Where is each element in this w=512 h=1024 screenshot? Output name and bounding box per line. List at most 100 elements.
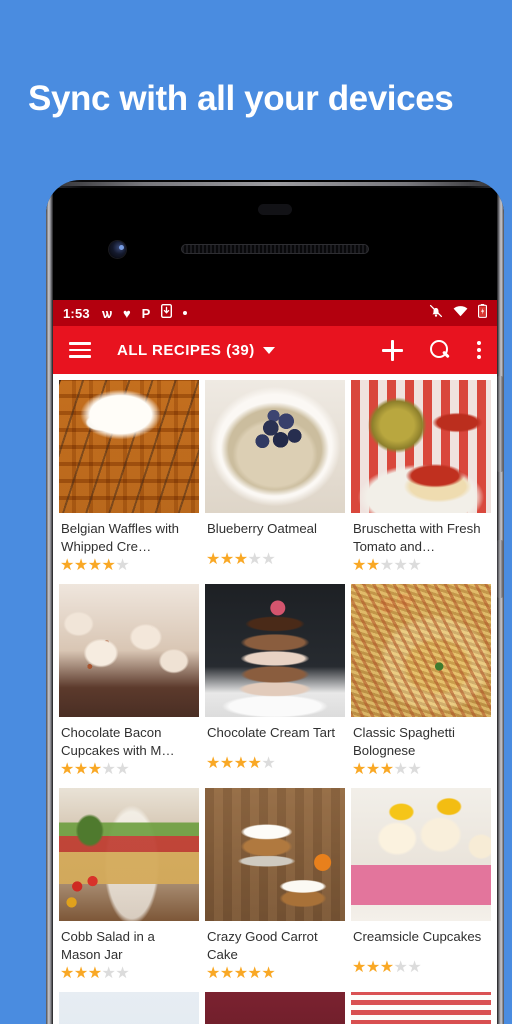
recipe-thumbnail[interactable] bbox=[59, 788, 199, 922]
recipe-thumbnail[interactable] bbox=[351, 992, 491, 1024]
status-right-icons bbox=[429, 303, 488, 323]
phone-left-rail bbox=[46, 188, 53, 1024]
rating-stars[interactable]: ★ ★ ★ ★ ★ bbox=[351, 557, 491, 578]
recipe-card[interactable] bbox=[59, 992, 199, 1024]
rating-stars[interactable]: ★ ★ ★ ★ ★ bbox=[205, 965, 345, 986]
recipe-thumbnail[interactable] bbox=[205, 380, 345, 513]
status-left-icons: ѡ ♥ Р bbox=[101, 303, 188, 323]
app-bar-actions bbox=[382, 339, 481, 361]
star-empty-icon: ★ bbox=[261, 755, 276, 773]
star-filled-icon: ★ bbox=[247, 755, 262, 773]
phone-screen: 1:53 ѡ ♥ Р ALL RECIPES (39) Belgian Waff… bbox=[53, 300, 497, 1024]
recipe-card[interactable]: Classic Spaghetti Bolognese ★ ★ ★ ★ ★ bbox=[351, 584, 491, 783]
rating-stars[interactable]: ★ ★ ★ ★ ★ bbox=[205, 755, 345, 776]
recipe-card[interactable]: Chocolate Cream Tart ★ ★ ★ ★ ★ bbox=[205, 584, 345, 783]
recipe-title: Blueberry Oatmeal bbox=[207, 521, 317, 536]
recipe-thumbnail[interactable] bbox=[351, 788, 491, 922]
volume-button[interactable] bbox=[497, 376, 503, 472]
star-empty-icon: ★ bbox=[407, 959, 422, 977]
star-filled-icon: ★ bbox=[219, 965, 234, 983]
battery-charging-icon bbox=[478, 303, 488, 323]
chevron-down-icon[interactable] bbox=[262, 346, 275, 354]
star-filled-icon: ★ bbox=[73, 965, 88, 983]
phone-frame: 1:53 ѡ ♥ Р ALL RECIPES (39) Belgian Waff… bbox=[46, 180, 504, 1024]
star-empty-icon: ★ bbox=[115, 965, 130, 983]
recipe-grid: Belgian Waffles with Whipped Cre… ★ ★ ★ ★ ★ Bl… bbox=[53, 374, 497, 1024]
star-filled-icon: ★ bbox=[352, 557, 366, 575]
phone-top-bezel bbox=[53, 188, 497, 300]
power-button[interactable] bbox=[497, 540, 503, 598]
star-empty-icon: ★ bbox=[393, 761, 408, 779]
recipe-thumbnail[interactable] bbox=[351, 380, 491, 513]
star-empty-icon: ★ bbox=[261, 551, 276, 568]
recipe-card[interactable] bbox=[351, 992, 491, 1024]
kebab-dot bbox=[477, 340, 481, 345]
recipe-card[interactable]: Belgian Waffles with Whipped Cre… ★ ★ ★ ★ ★ bbox=[59, 380, 199, 579]
search-icon[interactable] bbox=[430, 340, 450, 360]
recipe-thumbnail[interactable] bbox=[59, 380, 199, 513]
recipe-title: Classic Spaghetti Bolognese bbox=[353, 725, 455, 758]
earpiece-speaker-icon bbox=[181, 244, 369, 254]
recipe-thumbnail[interactable] bbox=[205, 584, 345, 718]
overflow-menu-icon[interactable] bbox=[477, 340, 481, 360]
recipe-title: Chocolate Cream Tart bbox=[207, 725, 336, 741]
star-filled-icon: ★ bbox=[247, 965, 262, 983]
recipe-card[interactable]: Creamsicle Cupcakes ★ ★ ★ ★ ★ bbox=[351, 788, 491, 987]
recipe-card[interactable]: Chocolate Bacon Cupcakes with M… ★ ★ ★ ★ ★ bbox=[59, 584, 199, 783]
hamburger-line bbox=[69, 355, 91, 358]
rating-stars[interactable]: ★ ★ ★ ★ ★ bbox=[351, 959, 491, 980]
recipe-title: Crazy Good Carrot Cake bbox=[207, 929, 318, 962]
rating-stars[interactable]: ★ ★ ★ ★ ★ bbox=[205, 551, 345, 572]
recipe-thumbnail[interactable] bbox=[59, 584, 199, 718]
rating-stars[interactable]: ★ ★ ★ ★ ★ bbox=[59, 761, 199, 782]
star-filled-icon: ★ bbox=[60, 761, 74, 779]
star-filled-icon: ★ bbox=[87, 557, 102, 575]
star-empty-icon: ★ bbox=[407, 761, 422, 779]
page-title: Sync with all your devices bbox=[28, 79, 454, 118]
phone-device-mockup: 1:53 ѡ ♥ Р ALL RECIPES (39) Belgian Waff… bbox=[46, 180, 504, 1024]
star-filled-icon: ★ bbox=[73, 761, 88, 779]
status-time: 1:53 bbox=[63, 305, 90, 321]
star-filled-icon: ★ bbox=[352, 761, 366, 779]
star-filled-icon: ★ bbox=[87, 761, 102, 779]
star-empty-icon: ★ bbox=[101, 965, 116, 983]
wordpress-w-icon: ѡ bbox=[101, 305, 112, 321]
star-filled-icon: ★ bbox=[365, 761, 380, 779]
star-filled-icon: ★ bbox=[379, 959, 394, 977]
star-filled-icon: ★ bbox=[365, 959, 380, 977]
add-recipe-button[interactable] bbox=[382, 339, 403, 361]
status-bar: 1:53 ѡ ♥ Р bbox=[53, 300, 497, 326]
notifications-muted-icon bbox=[429, 304, 443, 323]
camera-glint bbox=[119, 245, 125, 251]
star-empty-icon: ★ bbox=[407, 557, 422, 575]
hamburger-line bbox=[69, 348, 91, 352]
recipe-thumbnail[interactable] bbox=[351, 584, 491, 718]
recipe-thumbnail[interactable] bbox=[205, 788, 345, 922]
menu-icon[interactable] bbox=[69, 342, 91, 358]
recipe-card[interactable]: Cobb Salad in a Mason Jar ★ ★ ★ ★ ★ bbox=[59, 788, 199, 987]
star-filled-icon: ★ bbox=[206, 755, 220, 773]
rating-stars[interactable]: ★ ★ ★ ★ ★ bbox=[59, 557, 199, 578]
star-filled-icon: ★ bbox=[206, 965, 220, 983]
rating-stars[interactable]: ★ ★ ★ ★ ★ bbox=[351, 761, 491, 782]
recipe-card[interactable]: Bruschetta with Fresh Tomato and… ★ ★ ★ ★ ★ bbox=[351, 380, 491, 579]
recipe-thumbnail[interactable] bbox=[59, 992, 199, 1024]
recipe-title: Belgian Waffles with Whipped Cre… bbox=[61, 521, 180, 554]
star-filled-icon: ★ bbox=[233, 755, 248, 773]
star-filled-icon: ★ bbox=[206, 551, 220, 568]
recipe-filter-title[interactable]: ALL RECIPES (39) bbox=[117, 342, 255, 359]
recipe-thumbnail[interactable] bbox=[205, 992, 345, 1024]
star-filled-icon: ★ bbox=[60, 557, 74, 575]
star-filled-icon: ★ bbox=[365, 557, 380, 575]
star-filled-icon: ★ bbox=[219, 755, 234, 773]
dot-indicator-icon bbox=[183, 311, 188, 315]
star-empty-icon: ★ bbox=[379, 557, 394, 575]
rating-stars[interactable]: ★ ★ ★ ★ ★ bbox=[59, 965, 199, 986]
recipe-card[interactable]: Crazy Good Carrot Cake ★ ★ ★ ★ ★ bbox=[205, 788, 345, 987]
recipe-card[interactable] bbox=[205, 992, 345, 1024]
star-filled-icon: ★ bbox=[87, 965, 102, 983]
recipe-card[interactable]: Blueberry Oatmeal ★ ★ ★ ★ ★ bbox=[205, 380, 345, 579]
star-empty-icon: ★ bbox=[115, 557, 130, 575]
star-filled-icon: ★ bbox=[261, 965, 276, 983]
star-filled-icon: ★ bbox=[101, 557, 116, 575]
